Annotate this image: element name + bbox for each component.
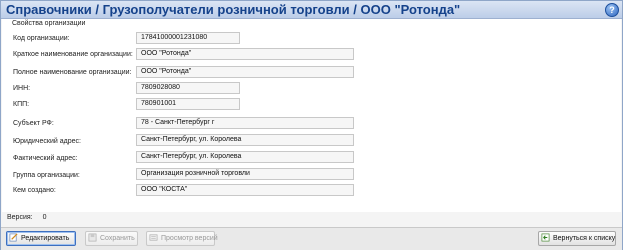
version-value: 0	[42, 214, 47, 221]
region-label: Субъект РФ:	[13, 120, 54, 127]
section-title: Свойства организации	[12, 20, 86, 27]
region-field: 78 - Санкт-Петербург г	[136, 117, 354, 129]
properties-panel: Свойства организации Код организации: 17…	[2, 19, 621, 212]
save-button[interactable]: Сохранить	[85, 231, 138, 246]
kpp-label: КПП:	[13, 101, 30, 108]
properties-window: Справочники / Грузополучатели розничной …	[0, 0, 623, 250]
org-code-label: Код организации:	[13, 35, 70, 42]
kpp-field: 780901001	[136, 98, 240, 110]
versions-icon	[149, 234, 158, 241]
short-name-field: ООО "Ротонда"	[136, 48, 354, 60]
back-to-list-button[interactable]: Вернуться к списку	[538, 231, 616, 246]
edit-button[interactable]: Редактировать	[6, 231, 76, 246]
view-versions-label: Просмотр версий	[161, 235, 218, 242]
created-by-label: Кем создано:	[13, 187, 56, 194]
edit-label: Редактировать	[21, 235, 70, 242]
actual-address-label: Фактический адрес:	[13, 155, 78, 162]
org-group-label: Группа организации:	[13, 172, 80, 179]
bottom-toolbar: Редактировать Сохранить Просмотр версий …	[1, 227, 622, 250]
back-list-icon	[541, 233, 550, 242]
back-to-list-label: Вернуться к списку	[553, 235, 616, 242]
view-versions-button[interactable]: Просмотр версий	[146, 231, 218, 246]
window-title: Справочники / Грузополучатели розничной …	[6, 2, 461, 17]
save-icon	[88, 233, 97, 242]
short-name-label: Краткое наименование организации:	[13, 51, 133, 58]
org-code-field: 17841000001231080	[136, 32, 240, 44]
inn-field: 7809028080	[136, 82, 240, 94]
help-icon[interactable]: ?	[605, 3, 619, 17]
version-row: Версия: 0	[7, 214, 54, 221]
created-by-field: ООО "КОСТА"	[136, 184, 354, 196]
org-group-field: Организация розничной торговли	[136, 168, 354, 180]
title-bar: Справочники / Грузополучатели розничной …	[1, 1, 622, 19]
full-name-field: ООО "Ротонда"	[136, 66, 354, 78]
version-label: Версия:	[7, 214, 33, 221]
legal-address-field: Санкт-Петербург, ул. Королева	[136, 134, 354, 146]
actual-address-field: Санкт-Петербург, ул. Королева	[136, 151, 354, 163]
edit-icon	[9, 233, 18, 242]
inn-label: ИНН:	[13, 85, 31, 92]
full-name-label: Полное наименование организации:	[13, 69, 132, 76]
legal-address-label: Юридический адрес:	[13, 138, 81, 145]
save-label: Сохранить	[100, 235, 135, 242]
